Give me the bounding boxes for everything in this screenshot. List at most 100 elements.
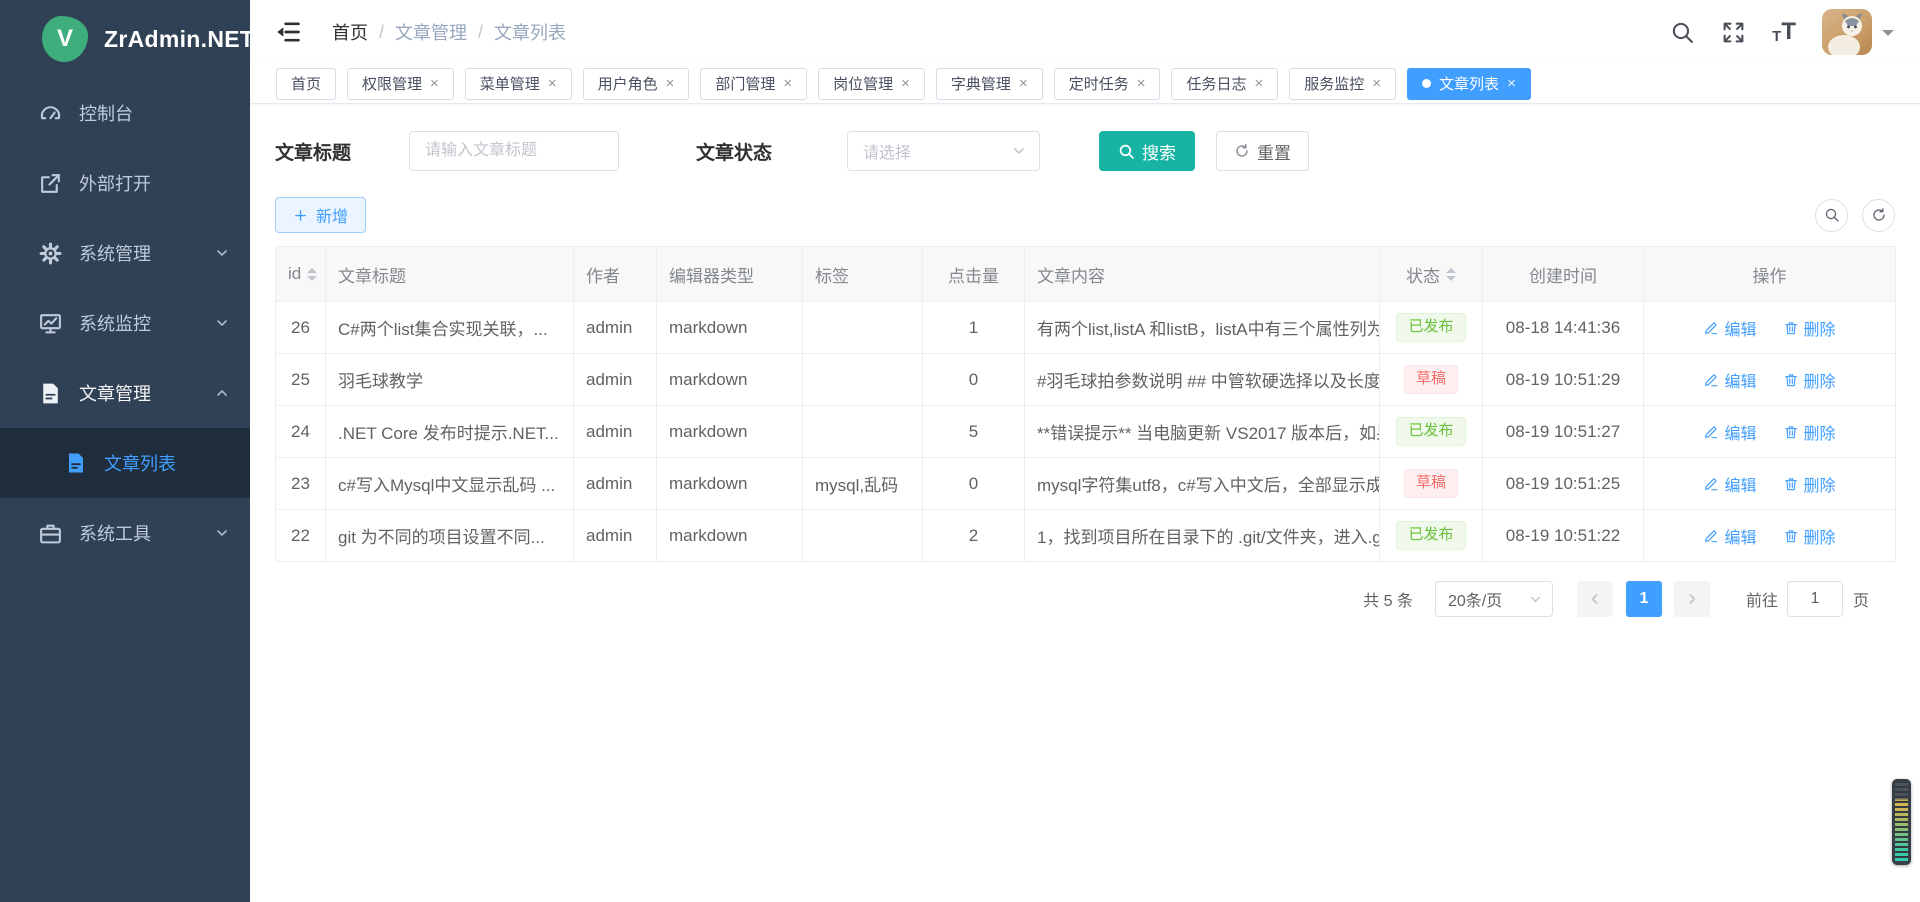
tab-close-icon[interactable]: × xyxy=(430,76,439,91)
tab-post-mgmt[interactable]: 岗位管理× xyxy=(818,68,925,100)
tab-close-icon[interactable]: × xyxy=(1372,76,1381,91)
tab-permission-mgmt[interactable]: 权限管理× xyxy=(347,68,454,100)
fullscreen-icon[interactable] xyxy=(1721,20,1746,45)
sidebar-item-system-mgmt[interactable]: 系统管理 xyxy=(0,218,250,288)
delete-button[interactable]: 删除 xyxy=(1783,420,1836,444)
edit-icon xyxy=(1703,372,1719,388)
toolbox-icon xyxy=(38,521,63,546)
cell-title: git 为不同的项目设置不同... xyxy=(326,510,574,562)
delete-button[interactable]: 删除 xyxy=(1783,368,1836,392)
search-button[interactable]: 搜索 xyxy=(1099,131,1195,171)
column-label: 文章标题 xyxy=(338,262,406,287)
page-size-value: 20条/页 xyxy=(1448,587,1502,611)
document-icon xyxy=(64,451,88,475)
trash-icon xyxy=(1783,372,1799,388)
edit-button[interactable]: 编辑 xyxy=(1703,420,1756,444)
column-header-id[interactable]: id xyxy=(276,247,326,302)
next-page-button[interactable] xyxy=(1674,581,1710,617)
page-content: 文章标题 文章状态 请选择 搜索 重置 xyxy=(250,104,1920,902)
column-header-content: 文章内容 xyxy=(1025,247,1380,302)
search-icon[interactable] xyxy=(1670,20,1695,45)
user-avatar[interactable] xyxy=(1822,9,1872,55)
external-link-icon xyxy=(38,171,63,196)
delete-button[interactable]: 删除 xyxy=(1783,316,1836,340)
tab-label: 首页 xyxy=(291,73,321,94)
tab-close-icon[interactable]: × xyxy=(1137,76,1146,91)
font-size-icon[interactable]: TT xyxy=(1772,20,1796,44)
sidebar-item-system-monitor[interactable]: 系统监控 xyxy=(0,288,250,358)
breadcrumb-home[interactable]: 首页 xyxy=(332,19,368,45)
avatar-dropdown-caret-icon[interactable] xyxy=(1882,30,1894,42)
logo[interactable]: V ZrAdmin.NET xyxy=(0,0,250,78)
delete-button[interactable]: 删除 xyxy=(1783,472,1836,496)
edit-button[interactable]: 编辑 xyxy=(1703,524,1756,548)
sort-icon[interactable] xyxy=(307,268,317,281)
tab-close-icon[interactable]: × xyxy=(1255,76,1264,91)
top-navbar: 首页 / 文章管理 / 文章列表 TT xyxy=(250,0,1920,64)
status-badge: 草稿 xyxy=(1404,469,1458,498)
sidebar-item-dashboard[interactable]: 控制台 xyxy=(0,78,250,148)
article-title-input[interactable] xyxy=(409,131,619,171)
tab-service-monitor[interactable]: 服务监控× xyxy=(1289,68,1396,100)
cell-status: 草稿 xyxy=(1380,458,1483,510)
filter-form: 文章标题 文章状态 请选择 搜索 重置 xyxy=(275,131,1895,171)
trash-icon xyxy=(1783,476,1799,492)
cell-editor-type: markdown xyxy=(657,302,803,354)
cell-status: 草稿 xyxy=(1380,354,1483,406)
sidebar-fold-icon[interactable] xyxy=(274,18,302,46)
refresh-icon xyxy=(1234,143,1250,159)
tab-close-icon[interactable]: × xyxy=(548,76,557,91)
tab-menu-mgmt[interactable]: 菜单管理× xyxy=(465,68,572,100)
trash-icon xyxy=(1783,528,1799,544)
tab-dict-mgmt[interactable]: 字典管理× xyxy=(936,68,1043,100)
cell-created: 08-19 10:51:22 xyxy=(1483,510,1644,562)
tab-scheduled-task[interactable]: 定时任务× xyxy=(1054,68,1161,100)
tab-user-role[interactable]: 用户角色× xyxy=(583,68,690,100)
add-button[interactable]: 新增 xyxy=(275,197,366,233)
page-size-select[interactable]: 20条/页 xyxy=(1435,581,1553,617)
edit-label: 编辑 xyxy=(1724,524,1756,548)
refresh-table-button[interactable] xyxy=(1862,199,1895,232)
edit-button[interactable]: 编辑 xyxy=(1703,316,1756,340)
trash-icon xyxy=(1783,320,1799,336)
sidebar-item-article-list[interactable]: 文章列表 xyxy=(0,428,250,498)
sort-icon[interactable] xyxy=(1446,268,1456,281)
cell-clicks: 0 xyxy=(923,458,1025,510)
tab-dept-mgmt[interactable]: 部门管理× xyxy=(700,68,807,100)
chevron-left-icon xyxy=(1587,591,1603,607)
tab-close-icon[interactable]: × xyxy=(783,76,792,91)
cell-author: admin xyxy=(574,354,657,406)
page-number-button[interactable]: 1 xyxy=(1626,581,1662,617)
delete-button[interactable]: 删除 xyxy=(1783,524,1836,548)
chevron-up-icon xyxy=(214,385,230,401)
tab-close-icon[interactable]: × xyxy=(901,76,910,91)
sidebar-item-external-open[interactable]: 外部打开 xyxy=(0,148,250,218)
cell-actions: 编辑 删除 xyxy=(1644,406,1896,458)
cell-content: #羽毛球拍参数说明 ## 中管软硬选择以及长度介... xyxy=(1025,354,1380,406)
tab-article-list[interactable]: 文章列表× xyxy=(1407,68,1531,100)
goto-page-input[interactable] xyxy=(1787,581,1843,617)
tab-close-icon[interactable]: × xyxy=(1507,76,1516,91)
article-title-label: 文章标题 xyxy=(275,138,351,165)
add-button-label: 新增 xyxy=(316,203,348,227)
edit-button[interactable]: 编辑 xyxy=(1703,368,1756,392)
sidebar-item-label: 系统工具 xyxy=(79,520,151,546)
tab-home[interactable]: 首页 xyxy=(276,68,336,100)
edit-button[interactable]: 编辑 xyxy=(1703,472,1756,496)
tab-close-icon[interactable]: × xyxy=(666,76,675,91)
article-status-select[interactable]: 请选择 xyxy=(847,131,1040,171)
scroll-indicator-widget xyxy=(1892,779,1911,865)
tab-task-log[interactable]: 任务日志× xyxy=(1171,68,1278,100)
gear-icon xyxy=(38,241,63,266)
edit-label: 编辑 xyxy=(1724,420,1756,444)
sidebar-item-system-tools[interactable]: 系统工具 xyxy=(0,498,250,568)
reset-button[interactable]: 重置 xyxy=(1216,131,1309,171)
sidebar-item-label: 控制台 xyxy=(79,100,133,126)
prev-page-button[interactable] xyxy=(1577,581,1613,617)
tab-close-icon[interactable]: × xyxy=(1019,76,1028,91)
sidebar-item-article-mgmt[interactable]: 文章管理 xyxy=(0,358,250,428)
pagination-total: 共 5 条 xyxy=(1363,587,1413,611)
column-header-status[interactable]: 状态 xyxy=(1380,247,1483,302)
column-header-created: 创建时间 xyxy=(1483,247,1644,302)
show-search-button[interactable] xyxy=(1815,199,1848,232)
